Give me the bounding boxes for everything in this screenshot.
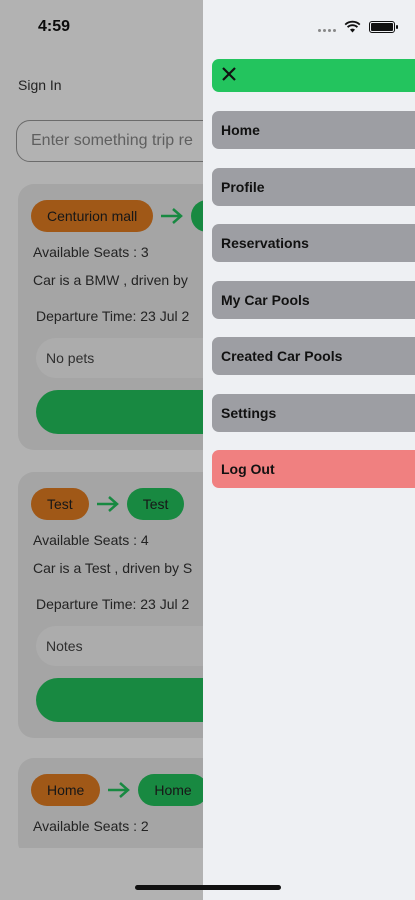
- menu-item-home[interactable]: Home: [212, 111, 415, 149]
- menu-item-my-car-pools[interactable]: My Car Pools: [212, 281, 415, 319]
- close-drawer-button[interactable]: [212, 59, 415, 92]
- home-indicator: [135, 885, 281, 890]
- navigation-drawer: Home Profile Reservations My Car Pools C…: [203, 0, 415, 900]
- wifi-icon: [344, 20, 361, 33]
- battery-icon: [369, 20, 398, 33]
- app-screen: 4:59 Sign In Enter something trip re Cen…: [0, 0, 415, 900]
- signal-icon: [318, 22, 336, 32]
- menu-item-reservations[interactable]: Reservations: [212, 224, 415, 262]
- menu-item-settings[interactable]: Settings: [212, 394, 415, 432]
- logout-button[interactable]: Log Out: [212, 450, 415, 488]
- status-icons: [318, 20, 398, 33]
- close-icon: [222, 67, 236, 81]
- menu-item-profile[interactable]: Profile: [212, 168, 415, 206]
- menu-item-created-car-pools[interactable]: Created Car Pools: [212, 337, 415, 375]
